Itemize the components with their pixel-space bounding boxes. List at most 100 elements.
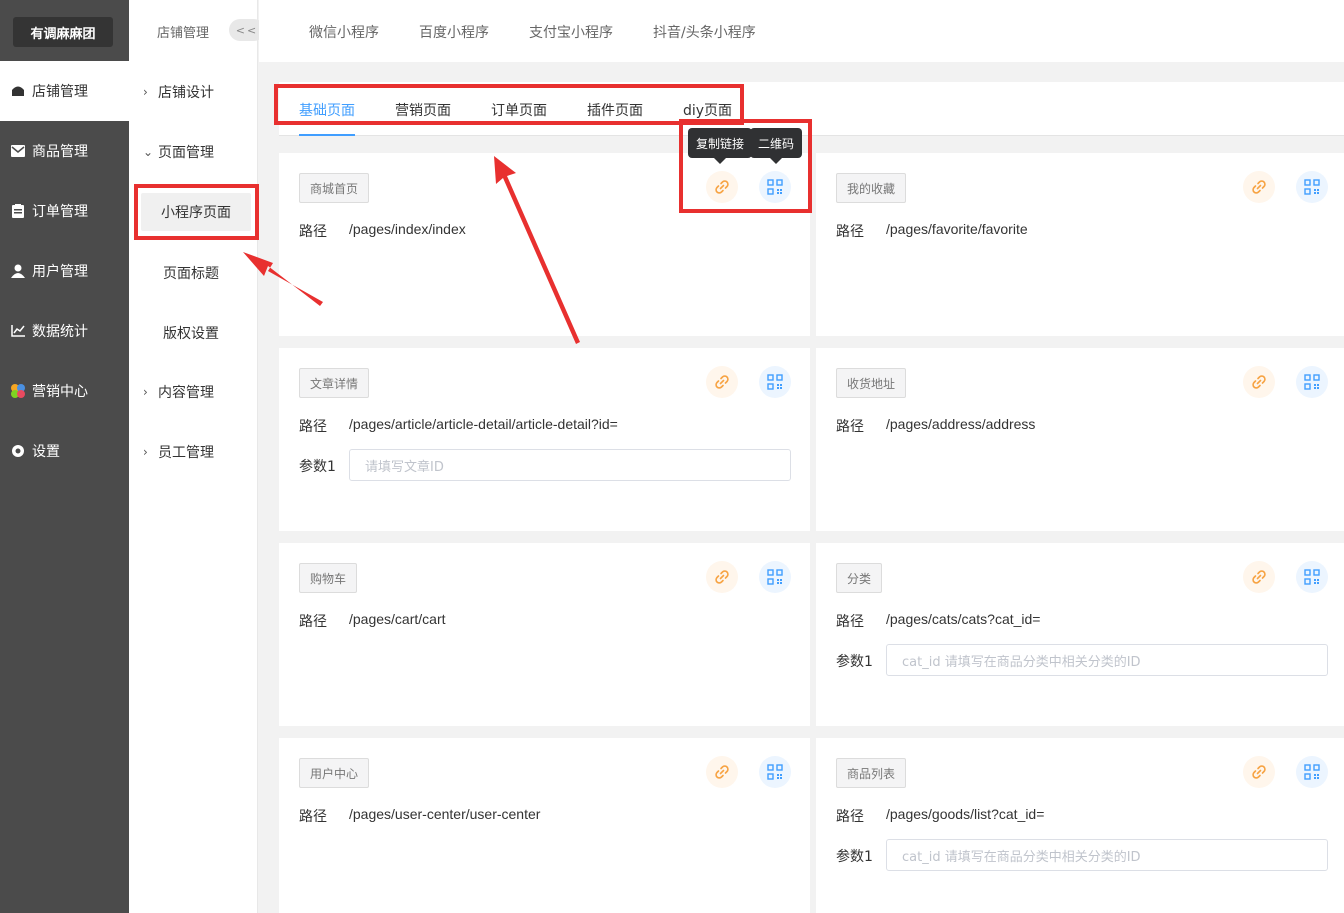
tab-baidu[interactable]: 百度小程序 bbox=[419, 22, 489, 42]
nav-label: 数据统计 bbox=[32, 324, 88, 340]
qrcode-button[interactable] bbox=[759, 561, 791, 593]
subnav-item-content[interactable]: › 内容管理 bbox=[129, 372, 257, 412]
nav-label: 商品管理 bbox=[32, 144, 88, 160]
nav-label: 店铺管理 bbox=[32, 84, 88, 100]
shop-icon bbox=[10, 83, 26, 99]
sub-sidebar: 店铺管理 << › 店铺设计 ⌄ 页面管理 小程序页面 页面标题 版权设置 › … bbox=[129, 0, 265, 913]
tab-douyin[interactable]: 抖音/头条小程序 bbox=[653, 22, 756, 42]
nav-label: 设置 bbox=[32, 444, 60, 460]
page-tag: 分类 bbox=[836, 563, 883, 593]
qrcode-icon bbox=[1304, 764, 1320, 780]
path-label: 路径 bbox=[299, 614, 327, 630]
chevron-down-icon: ⌄ bbox=[143, 145, 154, 159]
path-label: 路径 bbox=[836, 224, 864, 240]
subnav-label: 店铺设计 bbox=[158, 85, 214, 101]
param-input[interactable]: cat_id 请填写在商品分类中相关分类的ID bbox=[886, 644, 1328, 676]
path-value: /pages/favorite/favorite bbox=[886, 221, 1028, 237]
subnav-child-page-title[interactable]: 页面标题 bbox=[163, 263, 219, 283]
page-tag: 用户中心 bbox=[299, 758, 370, 788]
path-label: 路径 bbox=[299, 224, 327, 240]
path-value: /pages/user-center/user-center bbox=[349, 806, 541, 822]
chevron-right-icon: › bbox=[143, 445, 148, 459]
path-value: /pages/cart/cart bbox=[349, 611, 446, 627]
subnav-title: 店铺管理 bbox=[157, 26, 210, 41]
brand-logo: 有调麻麻团 bbox=[13, 17, 113, 47]
link-icon bbox=[1252, 375, 1266, 389]
path-value: /pages/cats/cats?cat_id= bbox=[886, 611, 1041, 627]
copy-link-button[interactable] bbox=[1243, 171, 1275, 203]
path-label: 路径 bbox=[836, 809, 864, 825]
platform-tabs: 微信小程序 百度小程序 支付宝小程序 抖音/头条小程序 bbox=[259, 0, 1344, 62]
copy-link-button[interactable] bbox=[1243, 366, 1275, 398]
annotation-box-miniprogram-pages bbox=[134, 184, 259, 240]
param-input[interactable]: cat_id 请填写在商品分类中相关分类的ID bbox=[886, 839, 1328, 871]
qrcode-button[interactable] bbox=[1296, 366, 1328, 398]
link-icon bbox=[715, 375, 729, 389]
qrcode-icon bbox=[767, 764, 783, 780]
chevron-right-icon: › bbox=[143, 385, 148, 399]
path-value: /pages/goods/list?cat_id= bbox=[886, 806, 1045, 822]
page-tag: 我的收藏 bbox=[836, 173, 907, 203]
nav-item-marketing[interactable]: 营销中心 bbox=[0, 361, 129, 421]
page-card: 用户中心 路径 /pages/user-center/user-center bbox=[279, 738, 810, 913]
qrcode-button[interactable] bbox=[1296, 561, 1328, 593]
subnav-item-staff[interactable]: › 员工管理 bbox=[129, 432, 257, 472]
page-card: 购物车 路径 /pages/cart/cart bbox=[279, 543, 810, 726]
param-label: 参数1 bbox=[836, 849, 873, 865]
page-tag: 购物车 bbox=[299, 563, 358, 593]
copy-link-button[interactable] bbox=[706, 561, 738, 593]
path-value: /pages/index/index bbox=[349, 221, 466, 237]
copy-link-button[interactable] bbox=[706, 366, 738, 398]
subnav-child-copyright[interactable]: 版权设置 bbox=[163, 323, 219, 343]
page-tag: 收货地址 bbox=[836, 368, 907, 398]
nav-item-settings[interactable]: 设置 bbox=[0, 421, 129, 481]
link-icon bbox=[1252, 570, 1266, 584]
path-label: 路径 bbox=[836, 419, 864, 435]
link-icon bbox=[1252, 765, 1266, 779]
qrcode-icon bbox=[767, 569, 783, 585]
subnav-label: 内容管理 bbox=[158, 385, 214, 401]
nav-label: 营销中心 bbox=[32, 384, 88, 400]
param-label: 参数1 bbox=[836, 654, 873, 670]
qrcode-button[interactable] bbox=[1296, 756, 1328, 788]
link-icon bbox=[1252, 180, 1266, 194]
page-card: 文章详情 路径 /pages/article/article-detail/ar… bbox=[279, 348, 810, 531]
active-tab-indicator bbox=[299, 134, 355, 136]
qrcode-button[interactable] bbox=[759, 366, 791, 398]
param-input[interactable]: 请填写文章ID bbox=[349, 449, 791, 481]
copy-link-button[interactable] bbox=[706, 756, 738, 788]
annotation-box-action-buttons bbox=[679, 119, 812, 213]
qrcode-button[interactable] bbox=[759, 756, 791, 788]
subnav-item-store-design[interactable]: › 店铺设计 bbox=[129, 72, 257, 112]
nav-label: 用户管理 bbox=[32, 264, 88, 280]
qrcode-icon bbox=[1304, 374, 1320, 390]
link-icon bbox=[715, 765, 729, 779]
user-icon bbox=[10, 263, 26, 279]
mail-icon bbox=[10, 143, 26, 159]
main-sidebar: 有调麻麻团 店铺管理 商品管理 订单管理 用户管理 数据统计 营销中心 设置 bbox=[0, 0, 129, 913]
nav-item-products[interactable]: 商品管理 bbox=[0, 121, 129, 181]
nav-item-stats[interactable]: 数据统计 bbox=[0, 301, 129, 361]
copy-link-button[interactable] bbox=[1243, 756, 1275, 788]
tab-wechat[interactable]: 微信小程序 bbox=[309, 22, 379, 42]
tab-alipay[interactable]: 支付宝小程序 bbox=[529, 22, 613, 42]
nav-item-users[interactable]: 用户管理 bbox=[0, 241, 129, 301]
path-value: /pages/article/article-detail/article-de… bbox=[349, 416, 618, 432]
page-card: 商品列表 路径 /pages/goods/list?cat_id= 参数1 ca… bbox=[816, 738, 1344, 913]
path-label: 路径 bbox=[299, 809, 327, 825]
copy-link-button[interactable] bbox=[1243, 561, 1275, 593]
nav-item-shop[interactable]: 店铺管理 bbox=[0, 61, 129, 121]
page-tag: 商品列表 bbox=[836, 758, 907, 788]
subnav-label: 员工管理 bbox=[158, 445, 214, 461]
param-label: 参数1 bbox=[299, 459, 336, 475]
chevron-right-icon: › bbox=[143, 85, 148, 99]
nav-item-orders[interactable]: 订单管理 bbox=[0, 181, 129, 241]
page-card: 分类 路径 /pages/cats/cats?cat_id= 参数1 cat_i… bbox=[816, 543, 1344, 726]
page-tag: 文章详情 bbox=[299, 368, 370, 398]
subnav-item-page-management[interactable]: ⌄ 页面管理 bbox=[129, 132, 257, 172]
marketing-icon bbox=[10, 383, 26, 399]
nav-label: 订单管理 bbox=[32, 204, 88, 220]
qrcode-button[interactable] bbox=[1296, 171, 1328, 203]
chart-icon bbox=[10, 323, 26, 339]
gear-icon bbox=[10, 443, 26, 459]
